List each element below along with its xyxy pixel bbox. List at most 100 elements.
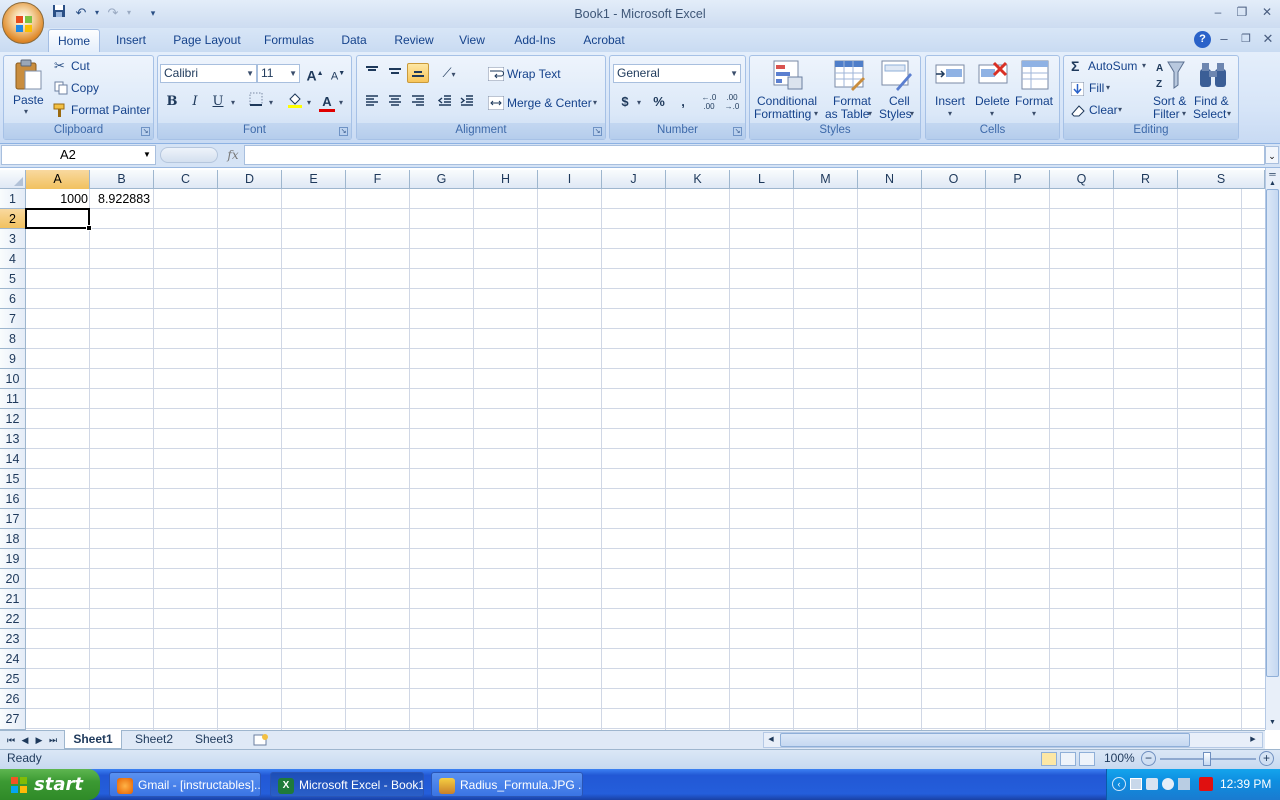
increase-decimal-button[interactable]: ←.0 .00 (698, 92, 720, 112)
format-cells-button[interactable]: Format ▾ (1014, 57, 1058, 121)
format-as-table-button[interactable]: Format as Table ▾ (824, 57, 876, 121)
currency-button[interactable]: $ (614, 92, 636, 112)
zoom-level[interactable]: 100% (1104, 751, 1135, 765)
insert-sheet-icon[interactable] (252, 733, 270, 747)
sheet-tab-1[interactable]: Sheet1 (64, 730, 122, 749)
decrease-decimal-button[interactable]: .00 →.0 (721, 92, 743, 112)
column-header-j[interactable]: J (602, 170, 666, 189)
sheet-tab-3[interactable]: Sheet3 (186, 730, 242, 749)
page-break-view-icon[interactable] (1079, 752, 1095, 766)
column-header-o[interactable]: O (922, 170, 986, 189)
borders-dropdown-icon[interactable]: ▾ (269, 98, 273, 107)
cell-a1[interactable]: 1000 (26, 189, 88, 209)
column-header-k[interactable]: K (666, 170, 730, 189)
align-middle-button[interactable] (384, 63, 406, 83)
taskbar-item-excel[interactable]: X Microsoft Excel - Book1 (270, 772, 424, 797)
row-header-27[interactable]: 27 (0, 709, 26, 730)
column-header-h[interactable]: H (474, 170, 538, 189)
doc-minimize-icon[interactable]: – (1215, 30, 1233, 48)
sort-filter-button[interactable]: AZ Sort & Filter ▾ (1150, 57, 1192, 121)
row-header-24[interactable]: 24 (0, 649, 26, 669)
scroll-up-icon[interactable]: ▲ (1266, 179, 1279, 189)
cell-styles-button[interactable]: Cell Styles ▾ (877, 57, 919, 121)
font-name-select[interactable]: Calibri ▼ (160, 64, 257, 83)
decrease-indent-button[interactable] (434, 92, 456, 112)
scroll-down-icon[interactable]: ▼ (1266, 718, 1279, 728)
row-header-3[interactable]: 3 (0, 229, 26, 249)
active-cell-a2[interactable] (25, 208, 92, 231)
row-header-12[interactable]: 12 (0, 409, 26, 429)
save-icon[interactable] (50, 4, 68, 22)
currency-dropdown-icon[interactable]: ▾ (637, 98, 641, 107)
delete-cells-button[interactable]: Delete ▾ (972, 57, 1014, 121)
column-header-a[interactable]: A (26, 170, 90, 189)
font-color-dropdown-icon[interactable]: ▾ (339, 98, 343, 107)
expand-formula-bar-icon[interactable]: ⌄ (1265, 146, 1279, 164)
autosum-button[interactable]: Σ AutoSum ▾ (1068, 58, 1150, 76)
insert-function-button[interactable]: fx (223, 146, 243, 164)
page-layout-view-icon[interactable] (1060, 752, 1076, 766)
network-icon[interactable] (1130, 778, 1142, 790)
column-header-r[interactable]: R (1114, 170, 1178, 189)
row-header-21[interactable]: 21 (0, 589, 26, 609)
row-header-6[interactable]: 6 (0, 289, 26, 309)
italic-button[interactable]: I (184, 92, 206, 112)
customize-qat-icon[interactable]: ▾ (144, 4, 162, 22)
row-header-2[interactable]: 2 (0, 209, 26, 229)
tab-home[interactable]: Home (48, 29, 100, 52)
last-sheet-icon[interactable]: ⏭ (46, 733, 60, 747)
row-header-19[interactable]: 19 (0, 549, 26, 569)
format-painter-button[interactable]: Format Painter (52, 102, 152, 120)
tab-formulas[interactable]: Formulas (258, 29, 320, 52)
number-launcher-icon[interactable]: ↘ (733, 127, 742, 136)
taskbar-item-image[interactable]: Radius_Formula.JPG ... (431, 772, 583, 797)
grow-font-button[interactable]: A▲ (304, 64, 326, 84)
row-header-5[interactable]: 5 (0, 269, 26, 289)
orientation-button[interactable]: ⟋▾ (434, 63, 464, 83)
formula-input[interactable] (244, 145, 1265, 165)
align-left-button[interactable] (361, 92, 383, 112)
row-header-10[interactable]: 10 (0, 369, 26, 389)
row-header-11[interactable]: 11 (0, 389, 26, 409)
row-header-22[interactable]: 22 (0, 609, 26, 629)
volume-icon[interactable] (1178, 778, 1190, 790)
split-box-icon[interactable]: ═ (1266, 169, 1279, 179)
font-color-button[interactable]: A (316, 92, 338, 112)
merge-center-button[interactable]: Merge & Center ▾ (487, 93, 602, 113)
tab-review[interactable]: Review (388, 29, 440, 52)
row-header-20[interactable]: 20 (0, 569, 26, 589)
row-header-14[interactable]: 14 (0, 449, 26, 469)
alignment-launcher-icon[interactable]: ↘ (593, 127, 602, 136)
doc-restore-icon[interactable]: ❐ (1237, 30, 1255, 48)
row-header-7[interactable]: 7 (0, 309, 26, 329)
row-header-16[interactable]: 16 (0, 489, 26, 509)
insert-cells-button[interactable]: Insert ▾ (930, 57, 972, 121)
copy-button[interactable]: Copy (52, 80, 152, 98)
fill-color-dropdown-icon[interactable]: ▾ (307, 98, 311, 107)
number-format-select[interactable]: General ▼ (613, 64, 741, 83)
row-header-25[interactable]: 25 (0, 669, 26, 689)
column-header-m[interactable]: M (794, 170, 858, 189)
tab-view[interactable]: View (452, 29, 492, 52)
antivirus-icon[interactable] (1199, 777, 1213, 791)
column-header-d[interactable]: D (218, 170, 282, 189)
find-select-button[interactable]: Find & Select ▾ (1192, 57, 1236, 121)
align-right-button[interactable] (407, 92, 429, 112)
tab-add-ins[interactable]: Add-Ins (508, 29, 562, 52)
select-all-button[interactable] (0, 170, 26, 189)
fill-button[interactable]: Fill ▾ (1068, 80, 1128, 98)
tab-acrobat[interactable]: Acrobat (578, 29, 630, 52)
font-size-select[interactable]: 11 ▼ (257, 64, 300, 83)
column-header-s[interactable]: S (1178, 170, 1265, 189)
first-sheet-icon[interactable]: ⏮ (4, 733, 18, 747)
underline-button[interactable]: U (207, 92, 229, 112)
borders-button[interactable] (245, 92, 267, 112)
zoom-out-icon[interactable]: − (1141, 751, 1156, 766)
name-box-dropdown-icon[interactable]: ▼ (143, 147, 153, 163)
close-icon[interactable]: ✕ (1256, 4, 1278, 20)
zoom-in-icon[interactable]: + (1259, 751, 1274, 766)
underline-dropdown-icon[interactable]: ▾ (231, 98, 235, 107)
clipboard-launcher-icon[interactable]: ↘ (141, 127, 150, 136)
start-button[interactable]: start (0, 769, 100, 800)
horizontal-scroll-thumb[interactable] (780, 733, 1190, 747)
